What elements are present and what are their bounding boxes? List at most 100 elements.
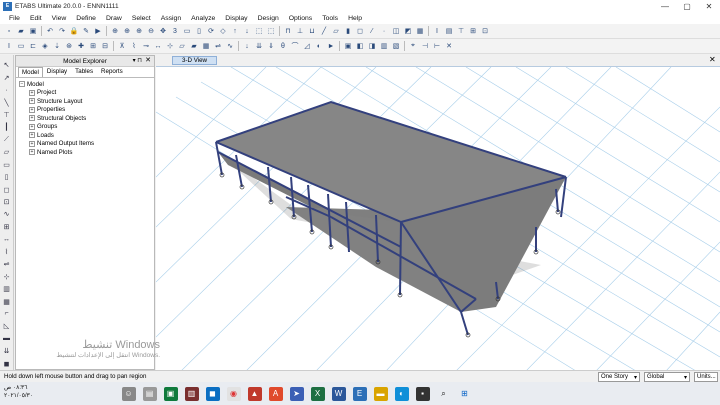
- chevron-down-icon[interactable]: ▾: [634, 374, 637, 381]
- draw-brace-icon[interactable]: ╱: [319, 26, 329, 36]
- spandrel-label-icon[interactable]: ⊟: [100, 41, 110, 51]
- area-mesh-icon[interactable]: ▦: [201, 41, 211, 51]
- people-icon[interactable]: ☺: [121, 386, 136, 401]
- etabs-app-icon[interactable]: E: [3, 1, 12, 11]
- deselect-icon[interactable]: ⬚: [266, 26, 276, 36]
- lock-icon[interactable]: 🔒: [69, 26, 79, 36]
- shadow-icon[interactable]: ◩: [403, 26, 413, 36]
- draw-link-icon[interactable]: ⇌: [2, 260, 12, 269]
- chrome-icon[interactable]: ◉: [226, 386, 241, 401]
- set-display-icon[interactable]: ◫: [391, 26, 401, 36]
- tab-model[interactable]: Model: [18, 67, 43, 77]
- coordinate-system-select[interactable]: Global ▾: [644, 372, 690, 382]
- draw-joint-icon[interactable]: ·: [2, 85, 12, 94]
- draw-tool-extra-icon[interactable]: ◼: [2, 359, 12, 368]
- snap-icon[interactable]: ⊡: [480, 26, 490, 36]
- chevron-down-icon[interactable]: ▾: [684, 374, 687, 381]
- expand-icon[interactable]: +: [29, 132, 35, 139]
- expand-icon[interactable]: +: [29, 149, 35, 156]
- app-dark-icon[interactable]: ▥: [184, 386, 199, 401]
- draw-dimension-icon[interactable]: ↔: [2, 235, 12, 244]
- menu-file[interactable]: File: [4, 15, 25, 22]
- draw-design-strip-icon[interactable]: ▬: [2, 334, 12, 343]
- draw-point-icon[interactable]: ·: [379, 26, 389, 36]
- mass-source-icon[interactable]: ⊛: [64, 41, 74, 51]
- concrete-design-icon[interactable]: ◧: [355, 41, 365, 51]
- redo-icon[interactable]: ↷: [57, 26, 67, 36]
- temperature-load-icon[interactable]: θ: [278, 41, 288, 51]
- tree-item-named-output-items[interactable]: + Named Output Items: [19, 140, 151, 149]
- slab-design-icon[interactable]: ▧: [391, 41, 401, 51]
- collapse-icon[interactable]: −: [19, 81, 25, 88]
- expand-icon[interactable]: +: [29, 98, 35, 105]
- elevation-view-icon[interactable]: ▯: [194, 26, 204, 36]
- frame-insertion-icon[interactable]: ⊹: [165, 41, 175, 51]
- draw-reference-icon[interactable]: ⊹: [2, 272, 12, 281]
- close-explorer-button[interactable]: ✕: [145, 56, 151, 64]
- frame-offset-icon[interactable]: ↔: [153, 41, 163, 51]
- start-button-icon[interactable]: ⊞: [457, 386, 472, 401]
- frame-load-icon[interactable]: ⇊: [254, 41, 264, 51]
- material-icon[interactable]: ◈: [40, 41, 50, 51]
- menu-edit[interactable]: Edit: [25, 15, 47, 22]
- draw-opening-side-icon[interactable]: ◻: [2, 185, 12, 194]
- expand-icon[interactable]: +: [29, 140, 35, 147]
- steel-frame-icon[interactable]: I: [4, 41, 14, 51]
- app-green-icon[interactable]: ▣: [163, 386, 178, 401]
- menu-design[interactable]: Design: [253, 15, 284, 22]
- tree-item-loads[interactable]: + Loads: [19, 131, 151, 140]
- tree-item-groups[interactable]: + Groups: [19, 123, 151, 132]
- expand-icon[interactable]: +: [29, 123, 35, 130]
- draw-opening-icon[interactable]: ◻: [355, 26, 365, 36]
- up-arrow-icon[interactable]: ↑: [230, 26, 240, 36]
- down-arrow-icon[interactable]: ↓: [242, 26, 252, 36]
- zoom-restore-icon[interactable]: ⊕: [122, 26, 132, 36]
- units-button[interactable]: Units...: [694, 372, 718, 382]
- snap-line-icon[interactable]: ⊣: [420, 41, 430, 51]
- maximize-button[interactable]: ▢: [676, 0, 698, 12]
- close-window-button[interactable]: ✕: [698, 0, 720, 12]
- tree-item-project[interactable]: + Project: [19, 89, 151, 98]
- draw-line-icon[interactable]: ⁄: [367, 26, 377, 36]
- tab-reports[interactable]: Reports: [97, 66, 127, 77]
- steel-design-icon[interactable]: ▣: [343, 41, 353, 51]
- close-view-button[interactable]: ✕: [709, 55, 716, 64]
- app-black-icon[interactable]: ▪: [415, 386, 430, 401]
- snap-point-icon[interactable]: ⌖: [408, 41, 418, 51]
- menu-assign[interactable]: Assign: [156, 15, 186, 22]
- object-shrink-icon[interactable]: ▦: [415, 26, 425, 36]
- new-model-icon[interactable]: ▫: [4, 26, 14, 36]
- run-analysis-icon[interactable]: ▶: [93, 26, 103, 36]
- menu-options[interactable]: Options: [284, 15, 317, 22]
- draw-grid-icon[interactable]: ⊞: [2, 222, 12, 231]
- frame-release-icon[interactable]: ⊸: [141, 41, 151, 51]
- pier-label-icon[interactable]: ⊞: [88, 41, 98, 51]
- draw-floor-icon[interactable]: ▱: [2, 148, 12, 157]
- system-clock[interactable]: ٠٨:٣٦ ص ٢٠٢١/٠٥/٣٠: [4, 384, 33, 400]
- draw-brace-side-icon[interactable]: ⟋: [2, 135, 12, 144]
- zoom-in-icon[interactable]: ⊕: [134, 26, 144, 36]
- section-icon[interactable]: ⊏: [28, 41, 38, 51]
- rotate-view-icon[interactable]: ⟳: [206, 26, 216, 36]
- snap-middle-icon[interactable]: ⊢: [432, 41, 442, 51]
- joint-spring-icon[interactable]: ⌇: [129, 41, 139, 51]
- etabs-taskbar-icon[interactable]: E: [352, 386, 367, 401]
- joint-restraint-icon[interactable]: ⊼: [117, 41, 127, 51]
- draw-slab-side-icon[interactable]: ▦: [2, 297, 12, 306]
- concrete-frame-icon[interactable]: ▭: [16, 41, 26, 51]
- file-explorer-icon[interactable]: ▬: [373, 386, 388, 401]
- stress-contour-icon[interactable]: ◐: [314, 41, 324, 51]
- grid-lines-icon[interactable]: ⊞: [468, 26, 478, 36]
- tree-item-named-plots[interactable]: + Named Plots: [19, 148, 151, 157]
- draw-ramp-icon[interactable]: ◺: [2, 322, 12, 331]
- menu-view[interactable]: View: [47, 15, 72, 22]
- animate-icon[interactable]: ►: [326, 41, 336, 51]
- draw-column-side-icon[interactable]: ┃: [2, 123, 12, 132]
- edit-pencil-icon[interactable]: ✎: [81, 26, 91, 36]
- pointer-icon[interactable]: ↖: [2, 61, 12, 70]
- draw-wall-stack-icon[interactable]: ▥: [2, 284, 12, 293]
- expand-icon[interactable]: +: [29, 89, 35, 96]
- view-3d-icon[interactable]: 3: [170, 26, 180, 36]
- autocad-icon[interactable]: A: [268, 386, 283, 401]
- draw-beam-icon[interactable]: ⊔: [307, 26, 317, 36]
